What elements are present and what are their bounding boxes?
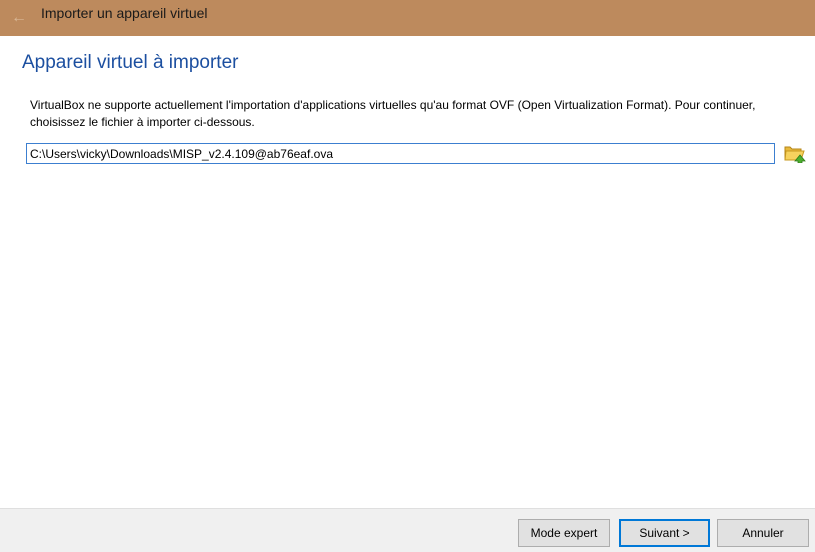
back-arrow-icon: ← [11,9,27,26]
expert-mode-button[interactable]: Mode expert [518,519,610,547]
cancel-button[interactable]: Annuler [717,519,809,547]
title-bar: ← Importer un appareil virtuel [0,0,815,36]
instructions-text: VirtualBox ne supporte actuellement l'im… [30,98,756,129]
back-button[interactable]: ← [4,6,34,30]
next-button[interactable]: Suivant > [619,519,710,547]
browse-file-button[interactable] [783,141,807,165]
page-title: Appareil virtuel à importer [22,52,239,73]
window-title: Importer un appareil virtuel [41,5,208,21]
button-bar: Mode expert Suivant > Annuler [0,508,815,552]
file-path-input[interactable] [26,143,775,164]
folder-open-icon [784,146,806,163]
